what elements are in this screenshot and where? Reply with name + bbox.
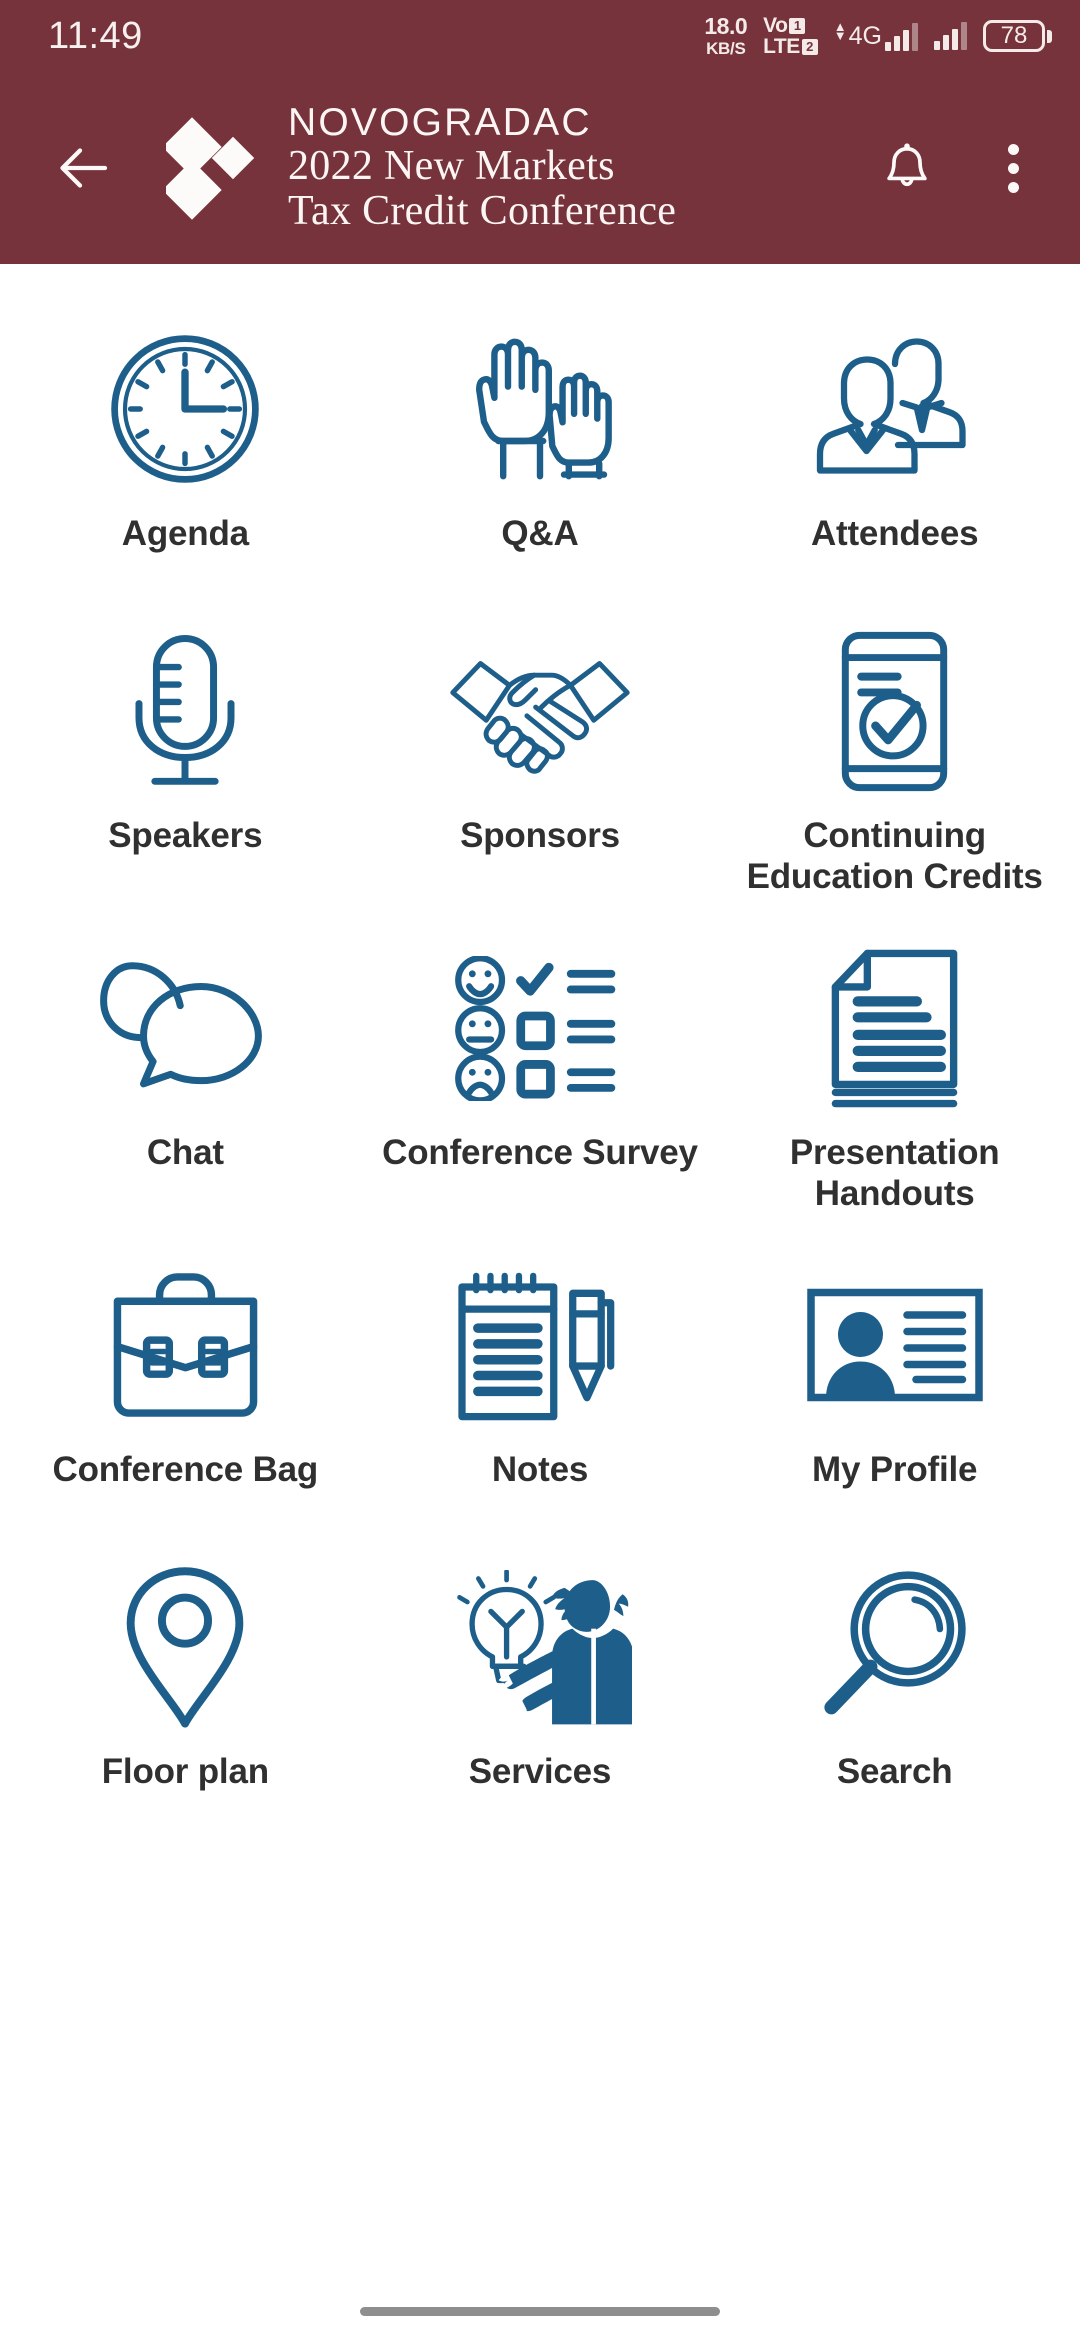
menu-item-label: Agenda xyxy=(121,514,249,553)
status-clock: 11:49 xyxy=(48,14,143,57)
raised-hands-icon xyxy=(450,324,630,494)
two-people-icon xyxy=(805,324,985,494)
brand-text: NOVOGRADAC 2022 New Markets Tax Credit C… xyxy=(288,100,677,234)
menu-item-conference-bag[interactable]: Conference Bag xyxy=(8,1238,363,1540)
network-type-label: 4G xyxy=(848,21,882,50)
menu-item-label: Presentation Handouts xyxy=(789,1133,1000,1213)
app-bar: NOVOGRADAC 2022 New Markets Tax Credit C… xyxy=(0,72,1080,264)
menu-item-label: Attendees xyxy=(810,514,979,553)
brand-line-event-name: Tax Credit Conference xyxy=(288,187,677,234)
menu-item-speakers[interactable]: Speakers xyxy=(8,604,363,921)
app-bar-actions xyxy=(874,135,1046,201)
menu-item-conference-survey[interactable]: Conference Survey xyxy=(363,921,718,1238)
sim-badge-two: 2 xyxy=(801,38,818,55)
microphone-icon xyxy=(110,626,260,796)
network-speed-indicator: 18.0 KB/S xyxy=(704,13,748,58)
menu-item-label: Chat xyxy=(146,1133,224,1173)
menu-item-presentation-handouts[interactable]: Presentation Handouts xyxy=(717,921,1072,1238)
menu-item-label: My Profile xyxy=(812,1450,978,1490)
map-pin-icon xyxy=(115,1562,255,1732)
signal-bars-sim1-icon xyxy=(885,22,918,51)
notepad-pen-icon xyxy=(452,1260,627,1430)
menu-grid: Agenda Q&A Attendees Speakers Sponsors C… xyxy=(0,264,1080,1842)
phone-checkmark-icon xyxy=(832,626,957,796)
menu-item-label: Q&A xyxy=(501,514,579,553)
menu-item-agenda[interactable]: Agenda xyxy=(8,302,363,604)
menu-item-my-profile[interactable]: My Profile xyxy=(717,1238,1072,1540)
menu-item-sponsors[interactable]: Sponsors xyxy=(363,604,718,921)
document-pages-icon xyxy=(827,943,962,1113)
data-transfer-arrows-icon: ▲ ▼ xyxy=(833,18,847,44)
menu-item-label: Services xyxy=(468,1752,612,1792)
novogradac-diamonds-logo xyxy=(166,117,255,220)
menu-item-attendees[interactable]: Attendees xyxy=(717,302,1072,604)
back-button[interactable] xyxy=(48,131,122,205)
brand-line-company: NOVOGRADAC xyxy=(288,100,592,144)
battery-icon: 78 xyxy=(983,20,1052,52)
app-screen: 11:49 18.0 KB/S Vo 1 LTE 2 ▲ ▼ 4G 78 NOV… xyxy=(0,0,1080,2340)
magnifier-icon xyxy=(815,1562,975,1732)
menu-item-qa[interactable]: Q&A xyxy=(363,302,718,604)
network-speed-unit: KB/S xyxy=(706,39,746,58)
menu-item-label: Conference Bag xyxy=(52,1450,319,1490)
three-dot-menu-icon xyxy=(1007,143,1019,193)
menu-item-label: Floor plan xyxy=(101,1752,269,1792)
menu-item-floor-plan[interactable]: Floor plan xyxy=(8,1540,363,1842)
menu-item-label: Search xyxy=(836,1752,953,1792)
mobile-data-indicator: ▲ ▼ 4G xyxy=(833,18,918,51)
network-speed-value: 18.0 xyxy=(704,13,748,39)
menu-item-search[interactable]: Search xyxy=(717,1540,1072,1842)
overflow-menu-button[interactable] xyxy=(980,135,1046,201)
system-navigation-bar xyxy=(0,2282,1080,2340)
menu-item-notes[interactable]: Notes xyxy=(363,1238,718,1540)
brand-line-event-year: 2022 New Markets xyxy=(288,143,615,190)
menu-item-continuing-education-credits[interactable]: Continuing Education Credits xyxy=(717,604,1072,921)
survey-smileys-icon xyxy=(452,943,627,1113)
signal-bars-sim2-icon xyxy=(934,22,967,50)
menu-item-label: Notes xyxy=(491,1450,589,1490)
menu-item-label: Conference Survey xyxy=(382,1133,698,1173)
menu-item-chat[interactable]: Chat xyxy=(8,921,363,1238)
briefcase-icon xyxy=(98,1260,273,1430)
status-bar-indicators: 18.0 KB/S Vo 1 LTE 2 ▲ ▼ 4G 78 xyxy=(704,15,1052,57)
menu-item-label: Speakers xyxy=(108,816,263,855)
back-arrow-icon xyxy=(60,148,108,188)
speech-bubbles-icon xyxy=(100,943,270,1113)
status-bar: 11:49 18.0 KB/S Vo 1 LTE 2 ▲ ▼ 4G 78 xyxy=(0,0,1080,72)
bell-icon xyxy=(887,143,927,187)
menu-item-label: Continuing Education Credits xyxy=(746,816,1043,896)
brand-logo: NOVOGRADAC 2022 New Markets Tax Credit C… xyxy=(166,100,874,234)
volte-label-bottom: LTE xyxy=(763,35,800,58)
menu-item-services[interactable]: Services xyxy=(363,1540,718,1842)
handshake-icon xyxy=(445,626,635,796)
volte-icon: Vo 1 LTE 2 xyxy=(763,15,818,57)
presenter-lightbulb-icon xyxy=(447,1562,633,1732)
id-card-icon xyxy=(805,1260,985,1430)
battery-percent-label: 78 xyxy=(1000,22,1028,49)
sim-badge-one: 1 xyxy=(789,17,806,34)
home-gesture-pill[interactable] xyxy=(360,2306,720,2316)
clock-icon xyxy=(105,324,265,494)
menu-item-label: Sponsors xyxy=(460,816,620,855)
volte-label-top: Vo xyxy=(763,14,788,37)
notifications-button[interactable] xyxy=(874,135,940,201)
